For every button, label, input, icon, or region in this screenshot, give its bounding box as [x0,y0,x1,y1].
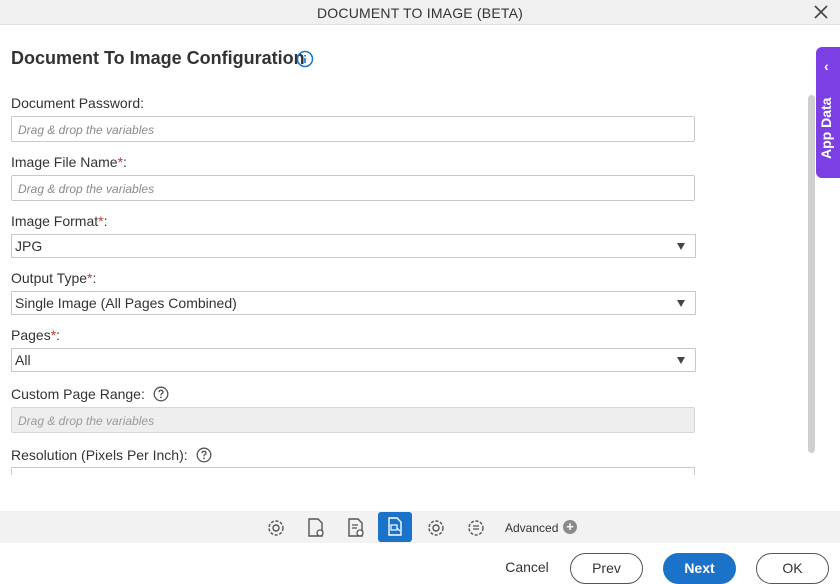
document-password-label: Document Password: [11,95,145,111]
page-title: Document To Image Configuration [11,48,305,68]
document-to-image-icon[interactable] [378,512,412,542]
prev-button[interactable]: Prev [570,553,643,584]
pages-select[interactable]: All [11,348,696,372]
output-type-label: Output Type*: [11,270,97,286]
dropdown-arrow-icon [677,357,685,364]
dialog-title: DOCUMENT TO IMAGE (BETA) [316,5,523,21]
dialog-title-bar: DOCUMENT TO IMAGE (BETA) [0,0,840,25]
list-settings-icon[interactable] [462,514,488,540]
dropdown-arrow-icon [677,300,685,307]
custom-page-range-field: Drag & drop the variables [11,407,695,433]
document-properties-icon[interactable] [342,514,368,540]
add-icon[interactable]: + [563,520,577,534]
image-file-name-field[interactable]: Drag & drop the variables [11,175,695,201]
image-format-label: Image Format*: [11,213,108,229]
close-icon[interactable] [812,3,830,21]
scrollbar[interactable] [808,95,815,453]
next-button[interactable]: Next [663,553,736,584]
resolution-field[interactable] [11,467,695,475]
image-format-value: JPG [15,238,43,254]
document-settings-icon[interactable] [302,514,328,540]
pages-value: All [15,352,31,368]
app-data-tab[interactable]: ‹ App Data [816,47,840,178]
pages-label: Pages*: [11,327,61,343]
settings-icon[interactable] [422,514,448,540]
ok-button[interactable]: OK [756,553,829,584]
image-file-name-label: Image File Name*: [11,154,127,170]
chevron-left-icon: ‹ [824,58,829,74]
output-type-select[interactable]: Single Image (All Pages Combined) [11,291,696,315]
advanced-button[interactable]: Advanced [505,521,558,535]
info-icon[interactable] [296,50,314,68]
image-format-select[interactable]: JPG [11,234,696,258]
help-icon[interactable] [153,386,169,402]
help-icon[interactable] [196,447,212,463]
app-data-label: App Data [818,97,834,159]
step-toolbar: Advanced + [0,511,840,543]
output-type-value: Single Image (All Pages Combined) [15,295,237,311]
document-password-field[interactable]: Drag & drop the variables [11,116,695,142]
dropdown-arrow-icon [677,243,685,250]
general-settings-icon[interactable] [262,514,288,540]
resolution-label: Resolution (Pixels Per Inch): [11,447,212,463]
custom-page-range-label: Custom Page Range: [11,386,169,402]
cancel-button[interactable]: Cancel [498,553,556,584]
